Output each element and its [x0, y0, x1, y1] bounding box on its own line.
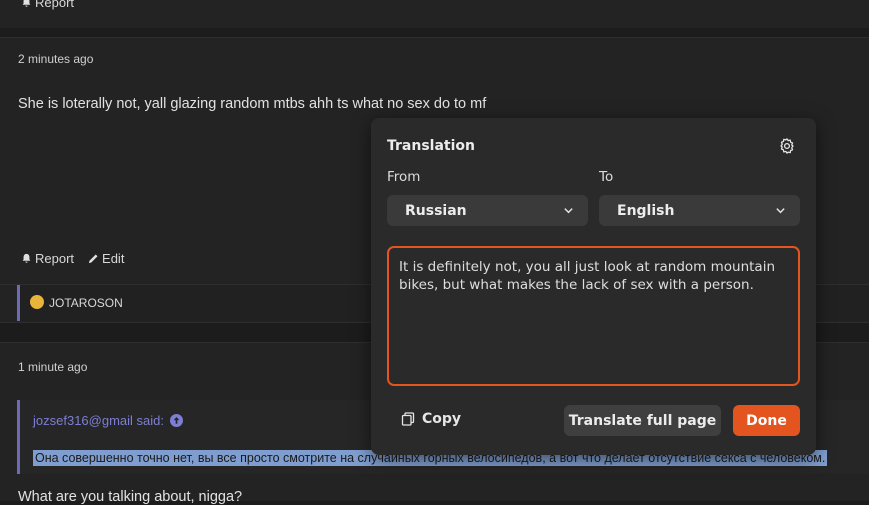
translation-popup: Translation From To Russian English It i…	[371, 118, 816, 455]
report-label: Report	[35, 0, 75, 10]
to-label: To	[599, 169, 614, 185]
quote-header: jozsef316@gmail said:	[33, 413, 183, 428]
from-label: From	[387, 169, 421, 185]
bell-icon	[22, 253, 31, 263]
popup-title: Translation	[387, 138, 475, 154]
post-time: 2 minutes ago	[18, 52, 94, 66]
translation-result-text: It is definitely not, you all just look …	[399, 259, 776, 293]
from-language-select[interactable]: Russian	[387, 195, 588, 226]
arrow-up-circle-icon[interactable]	[169, 414, 183, 427]
chevron-down-icon	[564, 208, 573, 214]
gear-icon[interactable]	[778, 137, 796, 155]
post-time: 1 minute ago	[18, 360, 88, 374]
done-label: Done	[746, 412, 787, 429]
copy-button[interactable]: Copy	[401, 411, 461, 427]
edit-button[interactable]: Edit	[88, 251, 124, 266]
from-language-value: Russian	[405, 202, 467, 219]
thinking-emoji-icon	[30, 295, 44, 309]
translate-full-page-label: Translate full page	[568, 412, 717, 429]
report-button[interactable]: Report	[21, 251, 74, 266]
translation-result-textarea[interactable]: It is definitely not, you all just look …	[387, 246, 800, 386]
chevron-down-icon	[776, 208, 785, 214]
report-label: Report	[35, 251, 75, 266]
copy-icon	[401, 412, 415, 426]
previous-post: Report	[0, 0, 869, 28]
reaction-author: JOTAROSON	[49, 296, 123, 310]
quote-author[interactable]: jozsef316@gmail said:	[33, 413, 164, 428]
post-body: She is loterally not, yall glazing rando…	[18, 96, 487, 112]
report-button-top[interactable]: Report	[21, 0, 74, 10]
to-language-value: English	[617, 202, 675, 219]
post-actions: Report Edit	[21, 251, 124, 266]
copy-label: Copy	[422, 411, 462, 427]
translate-full-page-button[interactable]: Translate full page	[564, 405, 721, 436]
to-language-select[interactable]: English	[599, 195, 800, 226]
bell-icon	[22, 0, 31, 7]
edit-label: Edit	[102, 251, 125, 266]
pencil-icon	[88, 254, 98, 264]
post-reply: What are you talking about, nigga?	[18, 489, 243, 505]
done-button[interactable]: Done	[733, 405, 800, 436]
